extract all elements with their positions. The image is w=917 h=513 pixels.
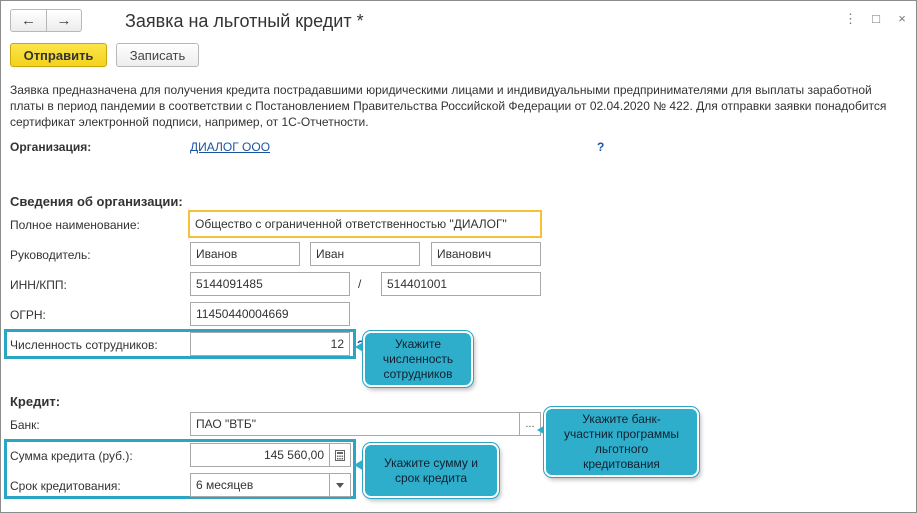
- full-name-input[interactable]: Общество с ограниченной ответственностью…: [188, 210, 542, 238]
- window-controls: ⋮ □ ×: [844, 11, 908, 27]
- organization-link[interactable]: ДИАЛОГ ООО: [190, 140, 270, 154]
- head-last-name-input[interactable]: Иванов: [190, 242, 300, 266]
- maximize-icon[interactable]: □: [870, 11, 882, 27]
- credit-section-title: Кредит:: [10, 394, 61, 409]
- full-name-label: Полное наименование:: [10, 218, 140, 232]
- bank-callout-text: Укажите банк- участник программы льготно…: [563, 412, 680, 471]
- amount-callout-text: Укажите сумму и срок кредита: [384, 455, 478, 485]
- ogrn-label: ОГРН:: [10, 308, 46, 322]
- employees-label: Численность сотрудников:: [10, 338, 158, 352]
- ogrn-input[interactable]: 11450440004669: [190, 302, 350, 326]
- head-first-name-input[interactable]: Иван: [310, 242, 420, 266]
- employees-callout: Укажите численность сотрудников: [363, 331, 473, 387]
- org-info-section-title: Сведения об организации:: [10, 194, 183, 209]
- forward-button[interactable]: →: [45, 10, 81, 31]
- organization-help-icon[interactable]: ?: [597, 140, 604, 154]
- bank-label: Банк:: [10, 418, 40, 432]
- form-window: ← → Заявка на льготный кредит * ⋮ □ × От…: [0, 0, 917, 513]
- employees-callout-text: Укажите численность сотрудников: [382, 336, 454, 381]
- page-title: Заявка на льготный кредит *: [125, 11, 364, 31]
- bank-input[interactable]: ПАО "ВТБ": [190, 412, 520, 436]
- employees-input[interactable]: 12: [190, 332, 350, 356]
- bank-callout: Укажите банк- участник программы льготно…: [544, 407, 699, 477]
- inn-input[interactable]: 5144091485: [190, 272, 350, 296]
- save-button[interactable]: Записать: [116, 43, 199, 67]
- chevron-down-icon: [336, 482, 344, 488]
- close-icon[interactable]: ×: [896, 11, 908, 27]
- organization-label: Организация:: [10, 140, 92, 154]
- term-dropdown-button[interactable]: [329, 473, 351, 497]
- navigation-buttons: ← →: [10, 9, 82, 32]
- send-button[interactable]: Отправить: [10, 43, 107, 67]
- head-label: Руководитель:: [10, 248, 91, 262]
- back-button[interactable]: ←: [11, 10, 46, 31]
- term-select[interactable]: 6 месяцев: [190, 473, 330, 497]
- term-label: Срок кредитования:: [10, 479, 121, 493]
- more-menu-icon[interactable]: ⋮: [844, 11, 857, 27]
- form-description: Заявка предназначена для получения креди…: [10, 83, 887, 129]
- amount-input[interactable]: 145 560,00: [190, 443, 330, 467]
- calculator-button[interactable]: [329, 443, 351, 467]
- head-middle-name-input[interactable]: Иванович: [431, 242, 541, 266]
- kpp-input[interactable]: 514401001: [381, 272, 541, 296]
- inn-kpp-label: ИНН/КПП:: [10, 278, 67, 292]
- amount-callout: Укажите сумму и срок кредита: [363, 443, 499, 498]
- inn-kpp-separator: /: [358, 277, 362, 291]
- amount-label: Сумма кредита (руб.):: [10, 449, 133, 463]
- calculator-icon: [335, 449, 345, 461]
